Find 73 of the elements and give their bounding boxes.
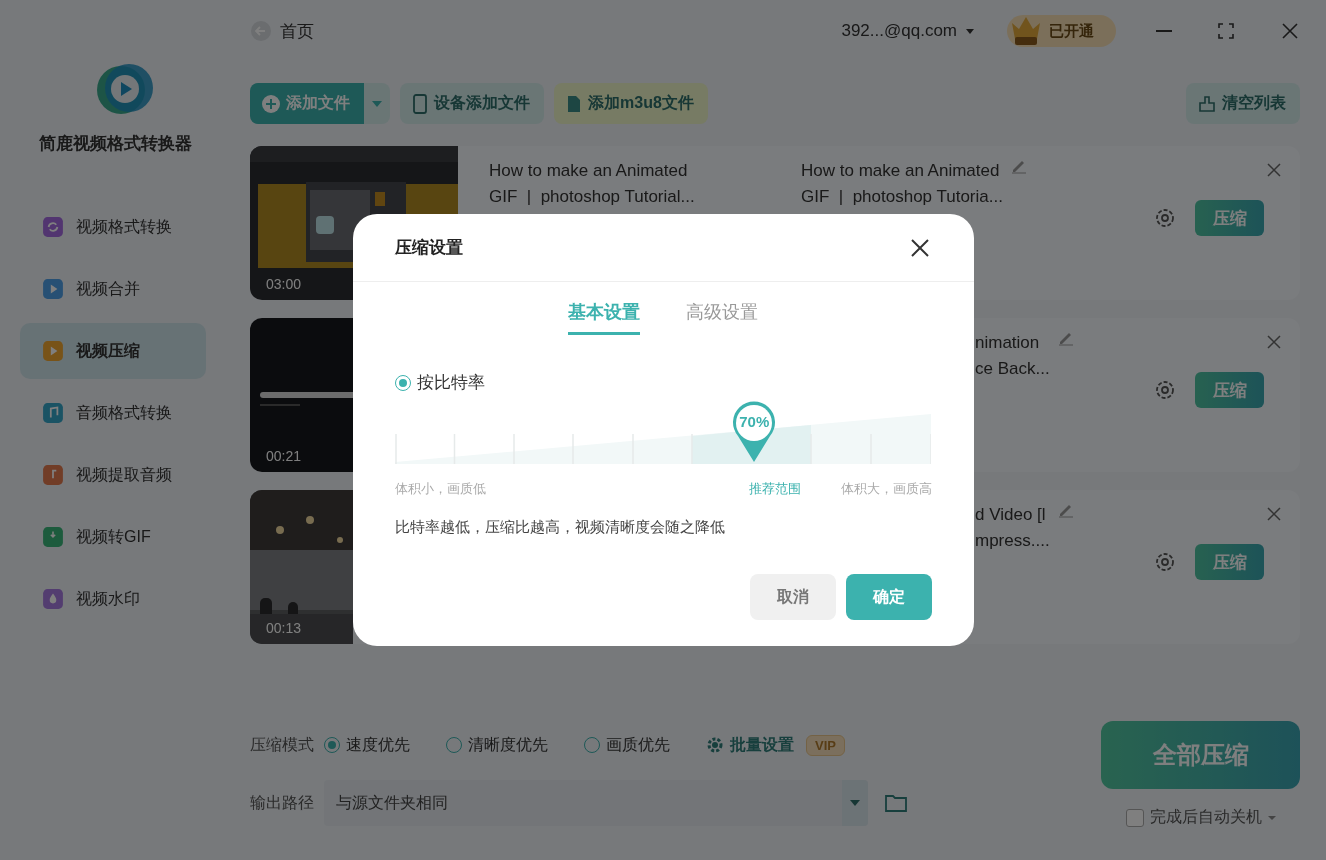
add-m3u8-button[interactable]: 添加m3u8文件 — [554, 83, 708, 124]
duration-label: 00:13 — [266, 620, 302, 636]
settings-tab[interactable]: 高级设置 — [686, 300, 758, 335]
output-name: nimation ce Back... — [975, 332, 1050, 380]
minimize-icon — [1156, 30, 1172, 32]
pencil-icon — [1057, 330, 1074, 346]
sidebar-item[interactable]: 视频转GIF — [20, 509, 206, 565]
output-name: How to make an Animated GIF | photoshop Tutoria... — [801, 160, 1003, 208]
plus-icon — [262, 94, 280, 113]
mode-radio[interactable]: 清晰度优先 — [446, 734, 548, 756]
phone-icon — [412, 93, 428, 114]
max-label: 体积大，画质高 — [840, 480, 932, 498]
pencil-icon — [1010, 158, 1027, 174]
account-menu[interactable]: 392...@qq.com — [841, 21, 975, 41]
play-icon — [42, 278, 64, 300]
close-icon — [1266, 162, 1282, 178]
sidebar-item[interactable]: 视频格式转换 — [20, 199, 206, 255]
gear-icon — [706, 736, 724, 754]
compress-button[interactable]: 压缩 — [1195, 200, 1264, 236]
mode-radio[interactable]: 速度优先 — [324, 734, 410, 756]
min-label: 体积小，画质低 — [394, 480, 486, 498]
hint-text: 比特率越低，压缩比越高，视频清晰度会随之降低 — [394, 518, 726, 537]
close-icon — [1280, 21, 1300, 41]
batch-settings-link[interactable]: 批量设置 — [730, 734, 794, 756]
vip-badge[interactable]: 已开通 — [1007, 15, 1116, 47]
caret-icon — [965, 26, 975, 36]
compress-button[interactable]: 压缩 — [1195, 544, 1264, 580]
back-link[interactable]: 首页 — [250, 19, 314, 43]
output-path-label: 输出路径 — [250, 792, 314, 813]
dialog-title: 压缩设置 — [394, 237, 463, 259]
pencil-icon — [1057, 502, 1074, 518]
caret-icon — [850, 800, 860, 806]
sidebar-item[interactable]: 视频水印 — [20, 571, 206, 627]
close-icon — [1266, 334, 1282, 350]
shutdown-checkbox[interactable]: 完成后自动关机 — [1125, 807, 1276, 828]
file-icon — [42, 526, 64, 548]
folder-icon — [884, 793, 908, 813]
file-icon — [566, 94, 582, 113]
settings-icon — [1153, 550, 1177, 574]
dropdown-button[interactable] — [364, 83, 390, 124]
drop-icon — [42, 588, 64, 610]
mode-label: 压缩模式 — [250, 734, 314, 755]
settings-tab[interactable]: 基本设置 — [568, 300, 640, 335]
duration-label: 00:21 — [266, 448, 302, 464]
output-name: d Video [l mpress.... — [975, 504, 1050, 552]
close-icon — [909, 237, 930, 258]
device-add-button[interactable]: 设备添加文件 — [400, 83, 544, 124]
app-name: 简鹿视频格式转换器 — [38, 133, 192, 155]
sidebar-item[interactable]: 视频提取音频 — [20, 447, 206, 503]
compress-all-button[interactable]: 全部压缩 — [1101, 721, 1300, 789]
compress-button[interactable]: 压缩 — [1195, 372, 1264, 408]
refresh-icon — [42, 216, 64, 238]
recommended-label: 推荐范围 — [748, 480, 801, 498]
settings-icon — [1153, 206, 1177, 230]
settings-icon — [1153, 378, 1177, 402]
maximize-icon — [1216, 21, 1236, 41]
add-file-button[interactable]: 添加文件 — [250, 83, 364, 124]
clear-list-button[interactable]: 清空列表 — [1186, 83, 1300, 124]
cancel-button[interactable]: 取消 — [749, 574, 836, 620]
mode-radio[interactable]: 画质优先 — [584, 734, 670, 756]
duration-label: 03:00 — [266, 276, 302, 292]
vip-badge: VIP — [806, 734, 845, 756]
close-icon — [1266, 506, 1282, 522]
sidebar-item[interactable]: 视频合并 — [20, 261, 206, 317]
confirm-button[interactable]: 确定 — [845, 574, 932, 620]
output-path-select[interactable]: 与源文件夹相同 — [324, 780, 868, 826]
bitrate-radio[interactable]: 按比特率 — [394, 371, 932, 394]
caret-icon — [1267, 815, 1276, 820]
sidebar-item[interactable]: 音频格式转换 — [20, 385, 206, 441]
sidebar-item[interactable]: 视频压缩 — [20, 323, 206, 379]
caret-icon — [372, 100, 382, 107]
file-title: How to make an Animated GIF | photoshop Tutorial... — [489, 160, 696, 208]
play-icon — [42, 340, 64, 362]
